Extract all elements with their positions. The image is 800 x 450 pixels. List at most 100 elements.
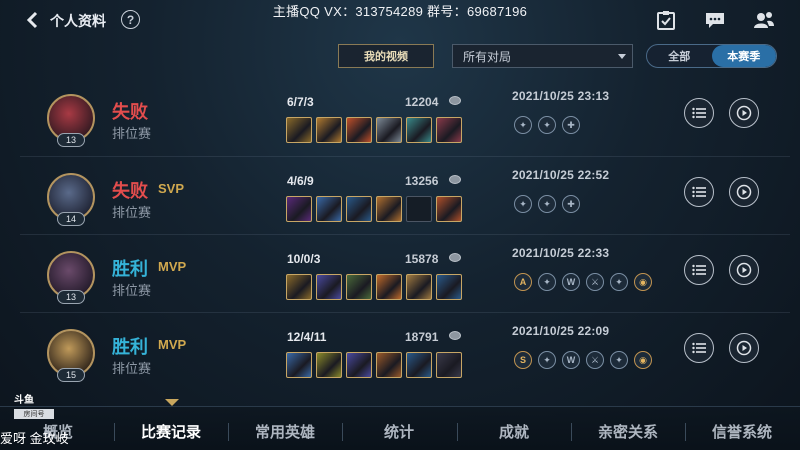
equipment-item-icon[interactable] — [376, 352, 402, 378]
game-mode: 排位赛 — [112, 283, 152, 298]
game-mode: 排位赛 — [112, 126, 152, 141]
equipment-item-icon[interactable] — [436, 196, 462, 222]
tab-6[interactable]: 信誉系统 — [687, 421, 797, 442]
match-row[interactable]: 13 失败 排位赛 6/7/3 12204 2021/10/25 23:13 ✦… — [20, 78, 790, 156]
equipment-item-icon[interactable] — [406, 274, 432, 300]
kda-text: 4/6/9 — [287, 174, 314, 188]
play-icon — [736, 340, 752, 356]
rune-icon: ⚔ — [586, 351, 604, 369]
season-toggle[interactable]: 全部 本赛季 — [646, 44, 777, 68]
hero-level-badge: 13 — [57, 290, 85, 304]
tab-separator — [571, 423, 572, 441]
match-row[interactable]: 14 失败 SVP 排位赛 4/6/9 13256 2021/10/25 22:… — [20, 156, 790, 234]
equipment-item-icon[interactable] — [346, 196, 372, 222]
match-detail-list-button[interactable] — [684, 177, 714, 207]
match-replay-button[interactable] — [729, 255, 759, 285]
rune-icon: ◉ — [634, 351, 652, 369]
equipment-item-icon[interactable] — [286, 117, 312, 143]
rune-icon: W — [562, 351, 580, 369]
equipment-item-icon[interactable] — [436, 117, 462, 143]
tab-2[interactable]: 常用英雄 — [230, 421, 340, 442]
equipment-item-icon[interactable] — [376, 274, 402, 300]
performance-badge: SVP — [158, 181, 185, 196]
match-row[interactable]: 13 胜利 MVP 排位赛 10/0/3 15878 2021/10/25 22… — [20, 234, 790, 312]
match-row[interactable]: 15 胜利 MVP 排位赛 12/4/11 18791 2021/10/25 2… — [20, 312, 790, 390]
kda-text: 10/0/3 — [287, 252, 321, 266]
rune-icon: ✚ — [562, 195, 580, 213]
rune-list: ✦ ✦ ✚ — [514, 116, 580, 134]
kda-text: 6/7/3 — [287, 95, 314, 109]
match-replay-button[interactable] — [729, 98, 759, 128]
clipboard-check-icon[interactable] — [655, 10, 677, 30]
list-icon — [692, 264, 706, 276]
play-icon — [736, 262, 752, 278]
tab-1[interactable]: 比赛记录 — [116, 421, 226, 442]
equipment-item-icon[interactable] — [376, 117, 402, 143]
rune-icon: ✦ — [610, 273, 628, 291]
top-bar: 个人资料 ? 主播QQ VX：313754289 群号：69687196 — [0, 0, 800, 38]
season-all-option[interactable]: 全部 — [647, 45, 712, 67]
equipment-item-icon[interactable] — [346, 117, 372, 143]
tab-separator — [457, 423, 458, 441]
rune-icon: ✦ — [610, 351, 628, 369]
equipment-item-icon[interactable] — [316, 196, 342, 222]
rune-icon: ✦ — [538, 273, 556, 291]
rune-icon: ✦ — [514, 116, 532, 134]
tab-separator — [228, 423, 229, 441]
match-replay-button[interactable] — [729, 333, 759, 363]
match-result: 胜利 — [112, 259, 148, 279]
equipment-list — [286, 117, 462, 143]
gold-amount: 15878 — [405, 252, 439, 266]
equipment-item-icon[interactable] — [346, 274, 372, 300]
rune-icon: ✦ — [538, 116, 556, 134]
equipment-list — [286, 196, 462, 222]
equipment-item-icon[interactable] — [346, 352, 372, 378]
equipment-item-icon[interactable] — [316, 117, 342, 143]
tab-separator — [685, 423, 686, 441]
tab-4[interactable]: 成就 — [459, 421, 569, 442]
bottom-tab-bar: 概览 比赛记录 常用英雄 统计 成就 亲密关系 信誉系统 — [0, 406, 800, 450]
match-detail-list-button[interactable] — [684, 255, 714, 285]
equipment-item-icon[interactable] — [376, 196, 402, 222]
season-current-option[interactable]: 本赛季 — [711, 45, 776, 67]
rune-icon: ✦ — [538, 195, 556, 213]
streamer-info-overlay: 主播QQ VX：313754289 群号：69687196 — [272, 4, 528, 19]
match-history-list: 13 失败 排位赛 6/7/3 12204 2021/10/25 23:13 ✦… — [20, 78, 790, 390]
hero-level-badge: 14 — [57, 212, 85, 226]
play-icon — [736, 105, 752, 121]
gold-amount: 13256 — [405, 174, 439, 188]
match-replay-button[interactable] — [729, 177, 759, 207]
chat-bubble-icon[interactable] — [704, 10, 726, 30]
gold-coin-icon — [449, 175, 461, 184]
equipment-item-icon[interactable] — [436, 274, 462, 300]
match-detail-list-button[interactable] — [684, 333, 714, 363]
chevron-down-icon — [618, 54, 626, 59]
tab-3[interactable]: 统计 — [344, 421, 454, 442]
match-detail-list-button[interactable] — [684, 98, 714, 128]
list-icon — [692, 342, 706, 354]
gold-coin-icon — [449, 96, 461, 105]
equipment-item-icon[interactable] — [406, 352, 432, 378]
performance-badge: MVP — [158, 259, 187, 274]
match-datetime: 2021/10/25 22:52 — [512, 168, 610, 182]
equipment-item-icon[interactable] — [286, 196, 312, 222]
watermark-logo: 斗鱼 — [14, 395, 34, 406]
rune-icon: ⚔ — [586, 273, 604, 291]
match-type-value: 所有对局 — [463, 49, 512, 64]
rune-icon: ✦ — [538, 351, 556, 369]
tab-5[interactable]: 亲密关系 — [573, 421, 683, 442]
equipment-item-icon[interactable] — [436, 352, 462, 378]
equipment-item-icon[interactable] — [286, 274, 312, 300]
my-videos-button[interactable]: 我的视频 — [338, 44, 434, 68]
friends-icon[interactable] — [753, 10, 775, 30]
tab-separator — [342, 423, 343, 441]
hero-level-badge: 13 — [57, 133, 85, 147]
equipment-item-icon[interactable] — [406, 117, 432, 143]
match-type-select[interactable]: 所有对局 — [452, 44, 633, 68]
equipment-item-icon[interactable] — [316, 274, 342, 300]
equipment-item-icon[interactable] — [286, 352, 312, 378]
game-mode: 排位赛 — [112, 361, 152, 376]
equipment-item-icon[interactable] — [316, 352, 342, 378]
tab-separator — [114, 423, 115, 441]
match-datetime: 2021/10/25 22:33 — [512, 246, 610, 260]
